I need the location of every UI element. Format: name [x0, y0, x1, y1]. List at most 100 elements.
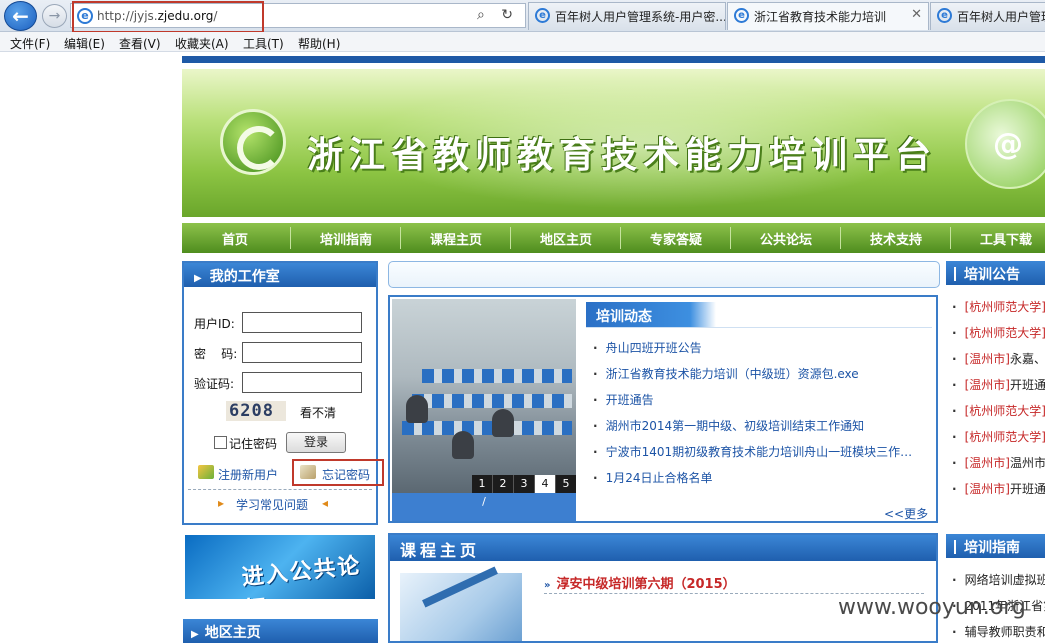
site-logo-icon	[220, 109, 286, 175]
user-id-label: 用户ID:	[194, 317, 235, 331]
person-figure	[452, 431, 474, 459]
ie-icon: e	[734, 8, 749, 23]
back-button[interactable]: ←	[4, 1, 37, 31]
search-refresh-icons[interactable]: ⌕ ↻	[477, 7, 519, 23]
course-thumbnail[interactable]	[400, 573, 522, 641]
arrow-right-icon: ▶	[194, 273, 202, 284]
tab-training[interactable]: e 浙江省教育技术能力培训 ✕	[727, 2, 929, 30]
remember-checkbox[interactable]	[214, 436, 227, 449]
nav-home[interactable]: 首页	[222, 229, 248, 248]
news-item[interactable]: 1月24日止合格名单	[593, 469, 923, 486]
monitor-row	[422, 369, 572, 383]
nav-download[interactable]: 工具下载	[980, 229, 1032, 248]
user-id-input[interactable]	[242, 312, 362, 333]
forum-banner[interactable]: 进入公共论坛	[185, 535, 375, 599]
nav-course[interactable]: 课程主页	[430, 229, 482, 248]
workroom-header: ▶ 我的工作室	[184, 263, 376, 287]
register-icon	[198, 465, 214, 479]
announcements-title: 培训公告	[964, 267, 1020, 283]
nav-guide[interactable]: 培训指南	[320, 229, 372, 248]
training-photo[interactable]: 1 2 3 4 5	[392, 299, 576, 493]
header-bar-icon	[954, 540, 956, 554]
announcement-item[interactable]: [杭州师范大学]	[952, 428, 1045, 445]
announcement-item[interactable]: [杭州师范大学]	[952, 324, 1045, 341]
course-panel: 课程主页 » 淳安中级培训第六期（2015）	[388, 533, 938, 643]
announcements-panel: 培训公告 [杭州师范大学] [杭州师范大学] [温州市]永嘉、 [温州市]开班通…	[946, 261, 1045, 521]
captcha-image[interactable]: 6208	[226, 401, 286, 421]
course-item-label: 淳安中级培训第六期（2015）	[556, 577, 736, 592]
password-label: 密 码:	[194, 347, 238, 361]
nav-divider	[620, 227, 621, 249]
announcement-item[interactable]: [温州市]开班通	[952, 376, 1045, 393]
nav-region[interactable]: 地区主页	[540, 229, 592, 248]
menu-view[interactable]: 查看(V)	[119, 35, 161, 52]
tab-label: 百年树人用户管理系统-用户密...	[555, 10, 726, 24]
menu-bar: 文件(F) 编辑(E) 查看(V) 收藏夹(A) 工具(T) 帮助(H)	[0, 32, 1045, 52]
globe-at-icon: @	[965, 99, 1045, 189]
nav-expert[interactable]: 专家答疑	[650, 229, 702, 248]
workroom-panel: ▶ 我的工作室 用户ID: 密 码: 验证码: 6208 看不清 记住密码 登录 …	[182, 261, 384, 525]
captcha-label: 验证码:	[194, 377, 235, 391]
divider	[188, 489, 372, 490]
course-header: 课程主页	[390, 535, 936, 561]
menu-tools[interactable]: 工具(T)	[243, 35, 284, 52]
web-page: 浙江省教师教育技术能力培训平台 @ 首页 培训指南 课程主页 地区主页 专家答疑…	[0, 53, 1045, 643]
forward-button[interactable]: →	[42, 4, 67, 28]
browser-toolbar: ← → e http://jyjs.zjedu.org/ ⌕ ↻ e 百年树人用…	[0, 0, 1045, 33]
announcement-item[interactable]: [杭州师范大学]	[952, 298, 1045, 315]
region-title: 地区主页	[204, 625, 261, 641]
captcha-input[interactable]	[242, 372, 362, 393]
news-item[interactable]: 开班通告	[593, 391, 923, 408]
nav-divider	[290, 227, 291, 249]
person-figure	[406, 395, 428, 423]
top-strip	[182, 56, 1045, 63]
slide-4[interactable]: 4	[535, 475, 556, 493]
watermark-text: www.wooyun.org	[838, 595, 1026, 620]
tab-label: 百年树人用户管理系统	[957, 10, 1045, 24]
announcement-item[interactable]: [温州市]永嘉、	[952, 350, 1045, 367]
slide-5[interactable]: 5	[556, 475, 576, 493]
tab-user-management[interactable]: e 百年树人用户管理系统-用户密...	[528, 2, 726, 30]
menu-file[interactable]: 文件(F)	[10, 35, 50, 52]
nav-support[interactable]: 技术支持	[870, 229, 922, 248]
nav-forum[interactable]: 公共论坛	[760, 229, 812, 248]
menu-favorites[interactable]: 收藏夹(A)	[175, 35, 229, 52]
ie-icon: e	[937, 8, 952, 23]
forum-banner-text: 进入公共论坛	[240, 553, 363, 599]
news-item[interactable]: 舟山四班开班公告	[593, 339, 923, 356]
highlight-box-forgot	[292, 459, 384, 486]
announcement-item[interactable]: [杭州师范大学]	[952, 402, 1045, 419]
nav-divider	[400, 227, 401, 249]
guide-item[interactable]: 网络培训虚拟班	[952, 571, 1045, 588]
bullet-icon: ▸	[218, 496, 225, 510]
photo-caption: /	[392, 493, 576, 521]
guide-item[interactable]: 辅导教师职责和	[952, 623, 1045, 638]
slide-3[interactable]: 3	[514, 475, 535, 493]
region-header[interactable]: ▶ 地区主页	[183, 619, 378, 643]
login-button[interactable]: 登录	[286, 432, 346, 453]
slide-1[interactable]: 1	[472, 475, 493, 493]
menu-help[interactable]: 帮助(H)	[298, 35, 340, 52]
nav-divider	[730, 227, 731, 249]
news-item[interactable]: 浙江省教育技术能力培训（中级班）资源包.exe	[593, 365, 923, 382]
announcements-header: 培训公告	[946, 261, 1045, 285]
news-item[interactable]: 湖州市2014第一期中级、初级培训结束工作通知	[593, 417, 923, 434]
divider	[544, 593, 924, 594]
site-banner: 浙江省教师教育技术能力培训平台 @	[182, 69, 1045, 217]
slide-2[interactable]: 2	[493, 475, 514, 493]
nav-divider	[950, 227, 951, 249]
course-item[interactable]: » 淳安中级培训第六期（2015）	[544, 573, 736, 592]
announcement-item[interactable]: [温州市]温州市	[952, 454, 1045, 471]
register-link[interactable]: 注册新用户	[218, 466, 278, 483]
captcha-refresh-link[interactable]: 看不清	[300, 404, 336, 421]
tab-user-system[interactable]: e 百年树人用户管理系统	[930, 2, 1045, 30]
header-bar-icon	[954, 267, 956, 281]
main-nav: 首页 培训指南 课程主页 地区主页 专家答疑 公共论坛 技术支持 工具下载	[182, 223, 1045, 253]
faq-link[interactable]: 学习常见问题	[236, 496, 308, 513]
close-icon[interactable]: ✕	[911, 7, 922, 22]
news-item[interactable]: 宁波市1401期初级教育技术能力培训舟山一班模块三作业...	[593, 443, 923, 460]
news-more-link[interactable]: <<更多	[884, 505, 928, 522]
announcement-item[interactable]: [温州市]开班通	[952, 480, 1045, 497]
password-input[interactable]	[242, 342, 362, 363]
menu-edit[interactable]: 编辑(E)	[64, 35, 105, 52]
